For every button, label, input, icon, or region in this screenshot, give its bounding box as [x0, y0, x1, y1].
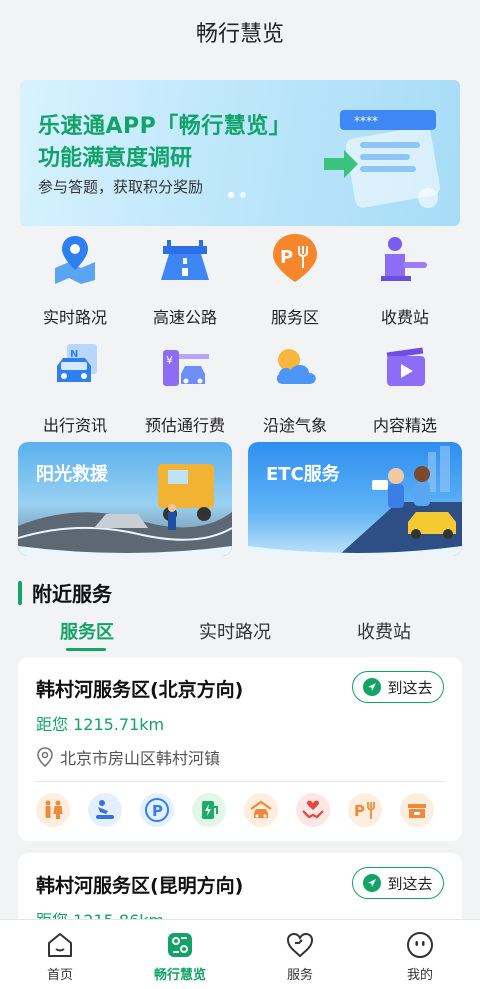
nav-services[interactable]: 服务 — [260, 930, 340, 983]
grid-label: 收费站 — [380, 308, 429, 327]
page-title: 畅行慧览 — [195, 22, 284, 47]
grid-label: 出行资讯 — [42, 416, 107, 435]
grid-label: 高速公路 — [152, 308, 217, 327]
car-repair-icon — [244, 793, 278, 827]
profile-icon — [407, 932, 433, 958]
charging-icon — [192, 793, 226, 827]
survey-illustration: **** — [324, 110, 441, 208]
grid-item-fee-estimate[interactable]: ¥ 预估通行费 — [130, 340, 240, 436]
grid-item-travel-news[interactable]: N 出行资讯 — [20, 340, 130, 436]
nearby-tabs: 服务区 实时路况 收费站 — [0, 618, 480, 651]
etc-card[interactable]: ETC服务 — [248, 442, 462, 556]
tab-traffic[interactable]: 实时路况 — [199, 618, 271, 644]
fee-estimate-icon: ¥ — [163, 350, 209, 386]
svg-text:¥: ¥ — [166, 354, 173, 367]
nearby-section-title: 附近服务 — [18, 578, 112, 607]
grid-item-toll-station[interactable]: 收费站 — [350, 232, 460, 328]
map-overview-icon — [168, 933, 192, 957]
navigate-button[interactable]: 到这去 — [352, 867, 444, 899]
heart-icon — [286, 932, 314, 958]
grid-label: 沿途气象 — [262, 416, 327, 435]
baby-care-icon — [88, 793, 122, 827]
banner-dot — [228, 192, 234, 198]
address-text: 北京市房山区韩村河镇 — [60, 749, 221, 768]
toll-station-icon — [381, 237, 427, 281]
nav-profile[interactable]: 我的 — [380, 930, 460, 983]
section-title-text: 附近服务 — [32, 582, 112, 606]
navigate-icon — [363, 678, 382, 696]
banner-dot — [240, 192, 246, 198]
card-divider — [36, 781, 444, 782]
etc-title: ETC服务 — [266, 464, 340, 485]
service-area-icon: P — [273, 234, 317, 282]
grid-label: 服务区 — [270, 308, 319, 327]
helping-hands-icon — [296, 793, 330, 827]
nav-label: 我的 — [406, 968, 433, 983]
highway-icon — [161, 240, 209, 280]
bottom-navigation: 首页 畅行慧览 服务 我的 — [0, 919, 480, 989]
grid-label: 预估通行费 — [144, 416, 225, 435]
rescue-card[interactable]: 阳光救援 — [18, 442, 232, 556]
grid-item-traffic[interactable]: 实时路况 — [20, 232, 130, 328]
banner-subheadline: 功能满意度调研 — [38, 146, 193, 171]
grid-item-service-area[interactable]: P 服务区 — [240, 232, 350, 328]
banner-headline: 乐速通APP「畅行慧览」 — [38, 114, 292, 139]
service-name: 韩村河服务区(昆明方向) — [36, 875, 244, 897]
banner-badge-text: **** — [354, 114, 378, 128]
nav-label: 首页 — [46, 968, 73, 983]
grid-label: 内容精选 — [372, 416, 437, 435]
service-address: 北京市房山区韩村河镇 — [36, 745, 220, 769]
grid-item-content[interactable]: 内容精选 — [350, 340, 460, 436]
nav-home[interactable]: 首页 — [20, 930, 100, 983]
location-pin-icon — [37, 747, 53, 767]
nav-label: 畅行慧览 — [153, 968, 206, 983]
svg-text:P: P — [354, 802, 365, 820]
navigate-label: 到这去 — [387, 678, 433, 697]
shop-icon — [400, 793, 434, 827]
navigate-icon — [363, 874, 382, 892]
grid-item-highway[interactable]: 高速公路 — [130, 232, 240, 328]
top-bar: 畅行慧览 — [0, 0, 480, 64]
service-card[interactable]: 韩村河服务区(北京方向) 到这去 距您 1215.71km 北京市房山区韩村河镇… — [18, 657, 462, 841]
service-distance: 距您 1215.71km — [36, 715, 165, 734]
restroom-icon — [36, 793, 70, 827]
grid-label: 实时路况 — [42, 308, 107, 327]
survey-banner[interactable]: 乐速通APP「畅行慧览」 功能满意度调研 参与答题，获取积分奖励 **** — [20, 80, 460, 226]
tab-toll-station[interactable]: 收费站 — [357, 618, 411, 644]
nav-overview[interactable]: 畅行慧览 — [140, 930, 220, 983]
navigate-label: 到这去 — [387, 874, 433, 893]
nav-label: 服务 — [286, 968, 313, 983]
parking-icon: P — [140, 793, 174, 827]
map-pin-icon — [55, 236, 95, 284]
active-tab-indicator — [66, 648, 106, 651]
rescue-title: 阳光救援 — [36, 464, 108, 485]
tab-service-area[interactable]: 服务区 — [60, 618, 114, 644]
svg-text:P: P — [280, 247, 293, 268]
banner-caption: 参与答题，获取积分奖励 — [38, 178, 204, 196]
navigate-button[interactable]: 到这去 — [352, 671, 444, 703]
video-content-icon — [386, 347, 425, 386]
home-icon — [48, 933, 72, 957]
grid-item-weather[interactable]: 沿途气象 — [240, 340, 350, 436]
news-car-icon: N — [57, 344, 97, 382]
restaurant-icon: P — [348, 793, 382, 827]
weather-icon — [276, 349, 316, 384]
svg-text:P: P — [152, 802, 163, 820]
section-accent-bar — [18, 580, 22, 605]
service-name: 韩村河服务区(北京方向) — [36, 679, 244, 701]
